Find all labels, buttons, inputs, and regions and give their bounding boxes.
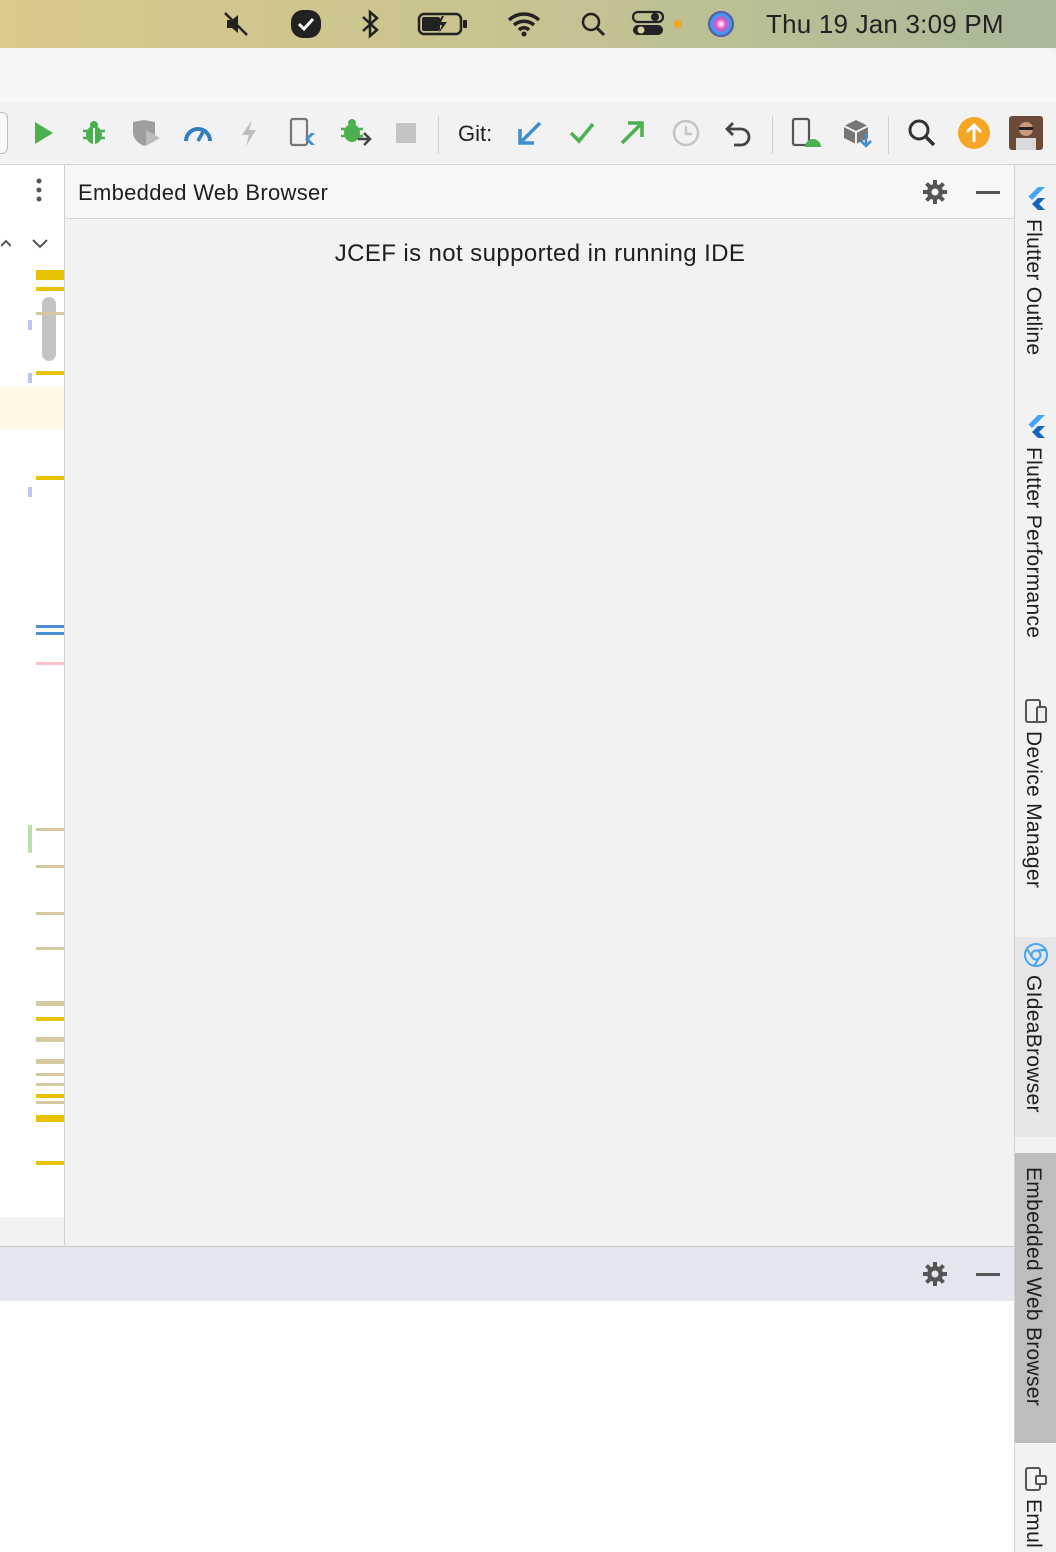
change-marker xyxy=(28,320,32,330)
warning-marker[interactable] xyxy=(36,1094,64,1098)
flutter-attach-icon[interactable] xyxy=(284,102,318,164)
warning-marker[interactable] xyxy=(36,287,64,291)
info-marker[interactable] xyxy=(36,312,64,315)
bottom-panel-content xyxy=(0,1301,1014,1552)
search-everywhere-icon[interactable] xyxy=(902,102,942,164)
device-manager-icon xyxy=(1023,697,1049,725)
tool-label: GIdeaBrowser xyxy=(1022,975,1045,1113)
right-tool-window-bar: Flutter Outline Flutter Performance Devi… xyxy=(1014,165,1056,1552)
tool-label: Flutter Outline xyxy=(1022,219,1045,356)
warning-marker[interactable] xyxy=(36,476,64,480)
debug-icon[interactable] xyxy=(76,102,112,164)
siri-icon[interactable] xyxy=(704,0,738,48)
git-label: Git: xyxy=(458,121,493,146)
minimize-icon[interactable] xyxy=(972,175,1004,209)
error-marker[interactable] xyxy=(36,662,64,665)
info-marker[interactable] xyxy=(36,1101,64,1104)
emulator-icon xyxy=(1023,1465,1049,1493)
tool-flutter-outline[interactable]: Flutter Outline xyxy=(1015,181,1056,385)
tool-device-manager[interactable]: Device Manager xyxy=(1015,693,1056,903)
change-marker xyxy=(28,487,32,497)
minimize-icon[interactable] xyxy=(972,1257,1004,1291)
info-marker[interactable] xyxy=(36,1001,64,1006)
device-manager-icon[interactable] xyxy=(786,102,824,164)
info-marker[interactable] xyxy=(36,1083,64,1086)
flutter-icon xyxy=(1023,185,1049,213)
change-marker xyxy=(28,825,32,853)
tool-flutter-performance[interactable]: Flutter Performance xyxy=(1015,409,1056,659)
tool-label: Embedded Web Browser xyxy=(1022,1167,1045,1407)
jcef-unsupported-message: JCEF is not supported in running IDE xyxy=(334,240,746,267)
toolbar-separator xyxy=(438,116,439,154)
coverage-icon[interactable] xyxy=(128,102,164,164)
control-center-icon[interactable] xyxy=(630,0,686,48)
info-marker[interactable] xyxy=(36,912,64,915)
flutter-icon xyxy=(1023,413,1049,441)
warning-marker[interactable] xyxy=(36,1115,64,1122)
panel-title: Embedded Web Browser xyxy=(78,180,329,205)
tool-emulator[interactable]: Emul xyxy=(1015,1461,1056,1552)
git-history-icon[interactable] xyxy=(668,102,704,164)
embedded-browser-panel xyxy=(66,165,1014,1245)
tool-embedded-web-browser[interactable]: Embedded Web Browser xyxy=(1015,1153,1056,1443)
warning-marker[interactable] xyxy=(36,270,64,280)
chrome-icon xyxy=(1023,941,1049,969)
sdk-manager-icon[interactable] xyxy=(838,102,876,164)
info-marker[interactable] xyxy=(36,1059,64,1064)
info-marker[interactable] xyxy=(36,828,64,831)
tool-label: Emul xyxy=(1022,1499,1045,1549)
more-options-icon[interactable] xyxy=(26,175,52,205)
info-marker[interactable] xyxy=(36,1037,64,1042)
main-toolbar: Git: xyxy=(0,102,1056,165)
attach-debugger-icon[interactable] xyxy=(336,102,374,164)
macos-menu-bar: Thu 19 Jan 3:09 PM xyxy=(0,0,1056,48)
profile-icon[interactable] xyxy=(180,102,216,164)
battery-charging-icon[interactable] xyxy=(414,0,472,48)
gutter-bottom-area xyxy=(0,1217,64,1245)
scrollbar-thumb[interactable] xyxy=(42,297,56,361)
stop-icon[interactable] xyxy=(390,102,422,164)
search-marker[interactable] xyxy=(36,625,64,628)
title-bar xyxy=(0,48,1056,102)
change-marker xyxy=(28,373,32,383)
update-available-icon[interactable] xyxy=(954,102,994,164)
toolbar-separator xyxy=(772,116,773,154)
chevron-down-icon[interactable] xyxy=(28,231,52,255)
bottom-panel-header xyxy=(0,1246,1014,1302)
spotlight-search-icon[interactable] xyxy=(576,0,610,48)
warning-marker[interactable] xyxy=(36,1161,64,1165)
mute-icon[interactable] xyxy=(218,0,254,48)
info-marker[interactable] xyxy=(36,1073,64,1076)
git-push-icon[interactable] xyxy=(614,102,650,164)
menubar-clock[interactable]: Thu 19 Jan 3:09 PM xyxy=(766,0,1004,48)
wifi-icon[interactable] xyxy=(504,0,544,48)
run-icon[interactable] xyxy=(26,102,60,164)
tool-label: Device Manager xyxy=(1022,731,1045,889)
config-dropdown-edge[interactable] xyxy=(0,102,8,164)
info-marker[interactable] xyxy=(36,947,64,950)
user-avatar[interactable] xyxy=(1008,102,1044,164)
current-line-highlight xyxy=(0,387,64,429)
hot-reload-icon[interactable] xyxy=(234,102,264,164)
toolbar-separator xyxy=(888,116,889,154)
gear-icon[interactable] xyxy=(918,1257,952,1291)
warning-marker[interactable] xyxy=(36,371,64,375)
info-marker[interactable] xyxy=(36,865,64,868)
search-marker[interactable] xyxy=(36,632,64,635)
tool-gideabrowser[interactable]: GIdeaBrowser xyxy=(1015,937,1056,1137)
gear-icon[interactable] xyxy=(918,175,952,209)
bluetooth-icon[interactable] xyxy=(354,0,386,48)
panel-header: Embedded Web Browser xyxy=(66,165,1014,219)
tool-label: Flutter Performance xyxy=(1022,447,1045,639)
git-rollback-icon[interactable] xyxy=(720,102,758,164)
editor-gutter-strip xyxy=(0,165,65,1245)
git-update-icon[interactable] xyxy=(512,102,548,164)
warning-marker[interactable] xyxy=(36,1017,64,1021)
chevron-up-icon[interactable] xyxy=(0,231,12,255)
git-commit-icon[interactable] xyxy=(564,102,600,164)
todo-icon[interactable] xyxy=(286,0,326,48)
